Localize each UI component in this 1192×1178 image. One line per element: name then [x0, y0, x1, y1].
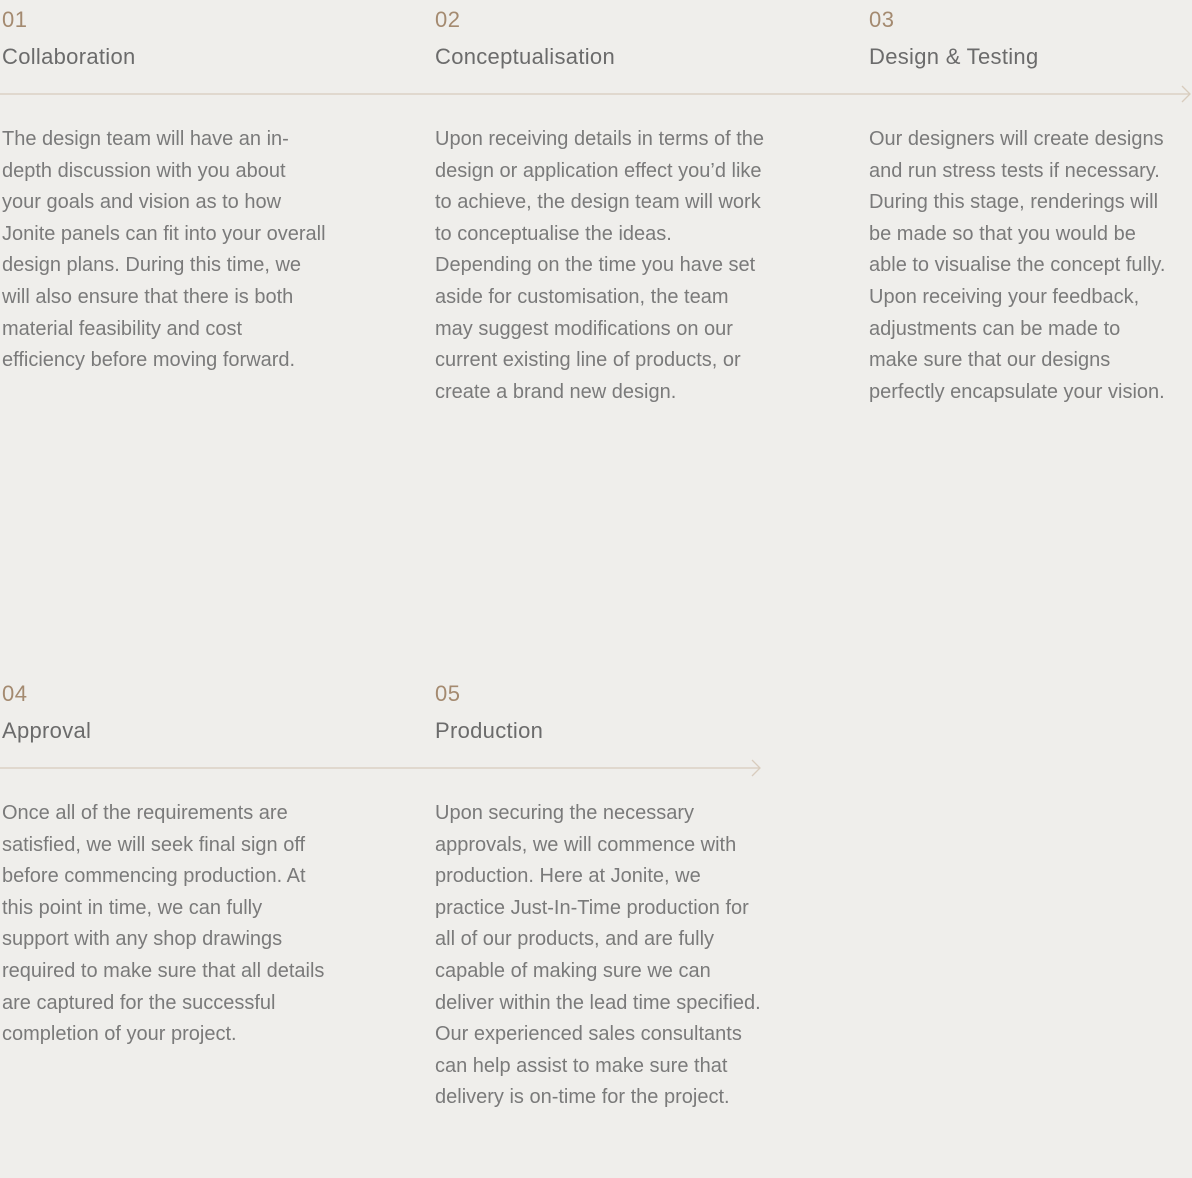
step-title: Conceptualisation: [435, 44, 615, 69]
step-title: Production: [435, 718, 544, 743]
step-number: 05: [435, 681, 461, 706]
step-number: 01: [2, 7, 28, 32]
step-description: Once all of the requirements are satisfi…: [2, 802, 325, 1046]
step-description: Upon receiving details in terms of the d…: [435, 128, 765, 403]
step-number: 04: [2, 681, 28, 706]
process-row-2: 04 Approval Once all of the requirements…: [0, 674, 1192, 1178]
timeline-arrow: [0, 84, 1192, 104]
step-title: Collaboration: [2, 44, 136, 69]
step-description: Upon securing the necessary approvals, w…: [435, 802, 761, 1109]
step-description: Our designers will create designs and ru…: [869, 128, 1166, 403]
step-title: Design & Testing: [869, 44, 1039, 69]
process-row-1: 01 Collaboration The design team will ha…: [0, 0, 1192, 560]
step-number: 02: [435, 7, 461, 32]
timeline-arrow: [0, 758, 762, 778]
step-title: Approval: [2, 718, 92, 743]
step-description: The design team will have an in-depth di…: [2, 128, 326, 372]
step-number: 03: [869, 7, 895, 32]
